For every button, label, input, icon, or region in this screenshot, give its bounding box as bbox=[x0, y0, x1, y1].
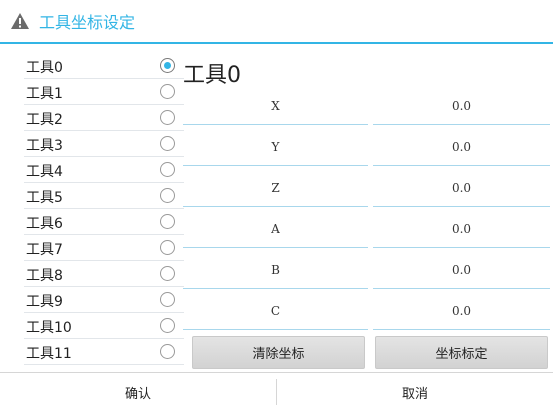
tool-list-item[interactable]: 工具7 bbox=[24, 235, 184, 261]
tool-radio-0[interactable] bbox=[160, 58, 175, 73]
warning-icon bbox=[10, 11, 30, 31]
tool-list-item[interactable]: 工具9 bbox=[24, 287, 184, 313]
tool-radio-8[interactable] bbox=[160, 266, 175, 281]
tool-label: 工具4 bbox=[26, 164, 63, 180]
axis-value-z[interactable]: 0.0 bbox=[373, 169, 550, 207]
tool-list-item[interactable]: 工具0 bbox=[24, 53, 184, 79]
coordinate-row-y: Y 0.0 bbox=[183, 128, 550, 169]
axis-label-x: X bbox=[183, 87, 368, 125]
axis-label-z: Z bbox=[183, 169, 368, 207]
tool-radio-1[interactable] bbox=[160, 84, 175, 99]
tool-label: 工具8 bbox=[26, 268, 63, 284]
tool-list-item[interactable]: 工具1 bbox=[24, 79, 184, 105]
tool-radio-2[interactable] bbox=[160, 110, 175, 125]
tool-label: 工具5 bbox=[26, 190, 63, 206]
current-tool-heading: 工具0 bbox=[183, 63, 241, 88]
axis-value-a[interactable]: 0.0 bbox=[373, 210, 550, 248]
confirm-button[interactable]: 确认 bbox=[0, 373, 276, 411]
tool-label: 工具0 bbox=[26, 60, 63, 76]
axis-label-a: A bbox=[183, 210, 368, 248]
coordinate-row-c: C 0.0 bbox=[183, 292, 550, 333]
tool-label: 工具3 bbox=[26, 138, 63, 154]
axis-value-b[interactable]: 0.0 bbox=[373, 251, 550, 289]
clear-coordinates-button[interactable]: 清除坐标 bbox=[192, 336, 365, 369]
axis-value-c[interactable]: 0.0 bbox=[373, 292, 550, 330]
tool-radio-7[interactable] bbox=[160, 240, 175, 255]
coordinate-row-a: A 0.0 bbox=[183, 210, 550, 251]
tool-label: 工具11 bbox=[26, 346, 72, 362]
tool-radio-10[interactable] bbox=[160, 318, 175, 333]
axis-value-x[interactable]: 0.0 bbox=[373, 87, 550, 125]
tool-label: 工具1 bbox=[26, 86, 63, 102]
tool-list-item[interactable]: 工具11 bbox=[24, 339, 184, 365]
tool-label: 工具9 bbox=[26, 294, 63, 310]
axis-value-y[interactable]: 0.0 bbox=[373, 128, 550, 166]
dialog-title: 工具坐标设定 bbox=[39, 13, 136, 32]
tool-list: 工具0 工具1 工具2 工具3 工具4 工具5 工具6 工具7 工具8 工具9 … bbox=[24, 53, 184, 365]
tool-radio-4[interactable] bbox=[160, 162, 175, 177]
tool-radio-3[interactable] bbox=[160, 136, 175, 151]
cancel-button[interactable]: 取消 bbox=[277, 373, 553, 411]
tool-list-item[interactable]: 工具2 bbox=[24, 105, 184, 131]
tool-list-item[interactable]: 工具6 bbox=[24, 209, 184, 235]
tool-list-item[interactable]: 工具10 bbox=[24, 313, 184, 339]
tool-label: 工具6 bbox=[26, 216, 63, 232]
dialog-titlebar: 工具坐标设定 bbox=[0, 0, 553, 44]
tool-radio-9[interactable] bbox=[160, 292, 175, 307]
tool-radio-5[interactable] bbox=[160, 188, 175, 203]
dialog-footer: 确认 取消 bbox=[0, 372, 553, 411]
coordinate-row-b: B 0.0 bbox=[183, 251, 550, 292]
tool-radio-11[interactable] bbox=[160, 344, 175, 359]
coordinate-row-x: X 0.0 bbox=[183, 87, 550, 128]
tool-list-item[interactable]: 工具3 bbox=[24, 131, 184, 157]
tool-list-item[interactable]: 工具8 bbox=[24, 261, 184, 287]
tool-label: 工具2 bbox=[26, 112, 63, 128]
coordinate-row-z: Z 0.0 bbox=[183, 169, 550, 210]
tool-list-item[interactable]: 工具5 bbox=[24, 183, 184, 209]
tool-label: 工具7 bbox=[26, 242, 63, 258]
tool-label: 工具10 bbox=[26, 320, 72, 336]
tool-radio-6[interactable] bbox=[160, 214, 175, 229]
tool-list-item[interactable]: 工具4 bbox=[24, 157, 184, 183]
calibrate-coordinates-button[interactable]: 坐标标定 bbox=[375, 336, 548, 369]
axis-label-y: Y bbox=[183, 128, 368, 166]
axis-label-b: B bbox=[183, 251, 368, 289]
axis-label-c: C bbox=[183, 292, 368, 330]
